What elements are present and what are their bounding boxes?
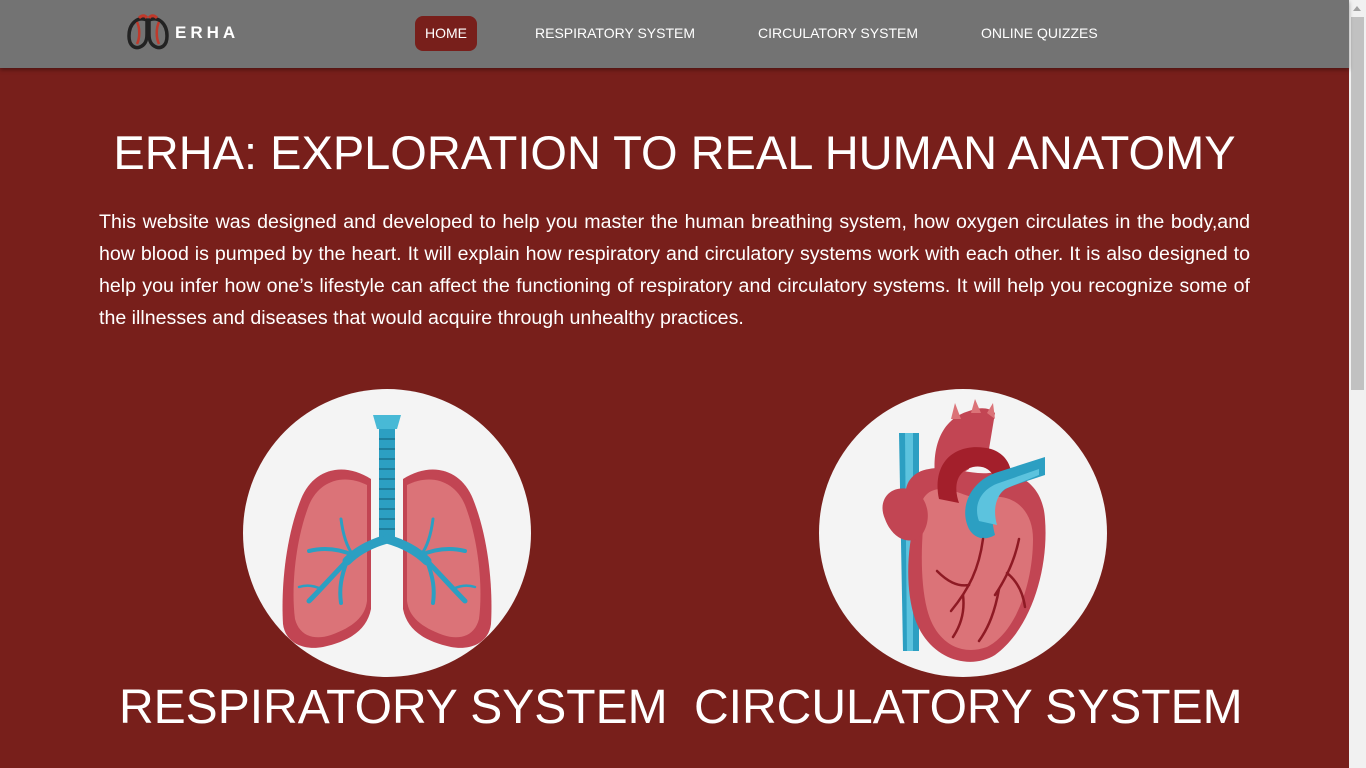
nav-home[interactable]: HOME <box>415 16 477 51</box>
scroll-up-arrow-icon[interactable] <box>1353 6 1361 11</box>
brand-logo[interactable]: ERHA <box>127 14 239 52</box>
top-navbar: ERHA HOME RESPIRATORY SYSTEM CIRCULATORY… <box>0 0 1349 68</box>
brand-name: ERHA <box>175 23 240 42</box>
vertical-scrollbar[interactable] <box>1349 0 1366 768</box>
respiratory-system-heading[interactable]: RESPIRATORY SYSTEM <box>119 680 668 736</box>
heart-icon <box>882 399 1046 662</box>
lungs-icon <box>282 415 492 648</box>
scrollbar-thumb[interactable] <box>1351 17 1364 390</box>
respiratory-system-image[interactable] <box>243 389 531 677</box>
nav-respiratory-system[interactable]: RESPIRATORY SYSTEM <box>525 16 705 51</box>
page-title: ERHA: EXPLORATION TO REAL HUMAN ANATOMY <box>113 126 1236 179</box>
circulatory-system-image[interactable] <box>819 389 1107 677</box>
lungs-logo-icon <box>127 14 169 50</box>
intro-paragraph: This website was designed and developed … <box>99 211 1250 329</box>
nav-circulatory-system[interactable]: CIRCULATORY SYSTEM <box>748 16 928 51</box>
circulatory-system-heading[interactable]: CIRCULATORY SYSTEM <box>694 680 1243 736</box>
nav-online-quizzes[interactable]: ONLINE QUIZZES <box>971 16 1108 51</box>
